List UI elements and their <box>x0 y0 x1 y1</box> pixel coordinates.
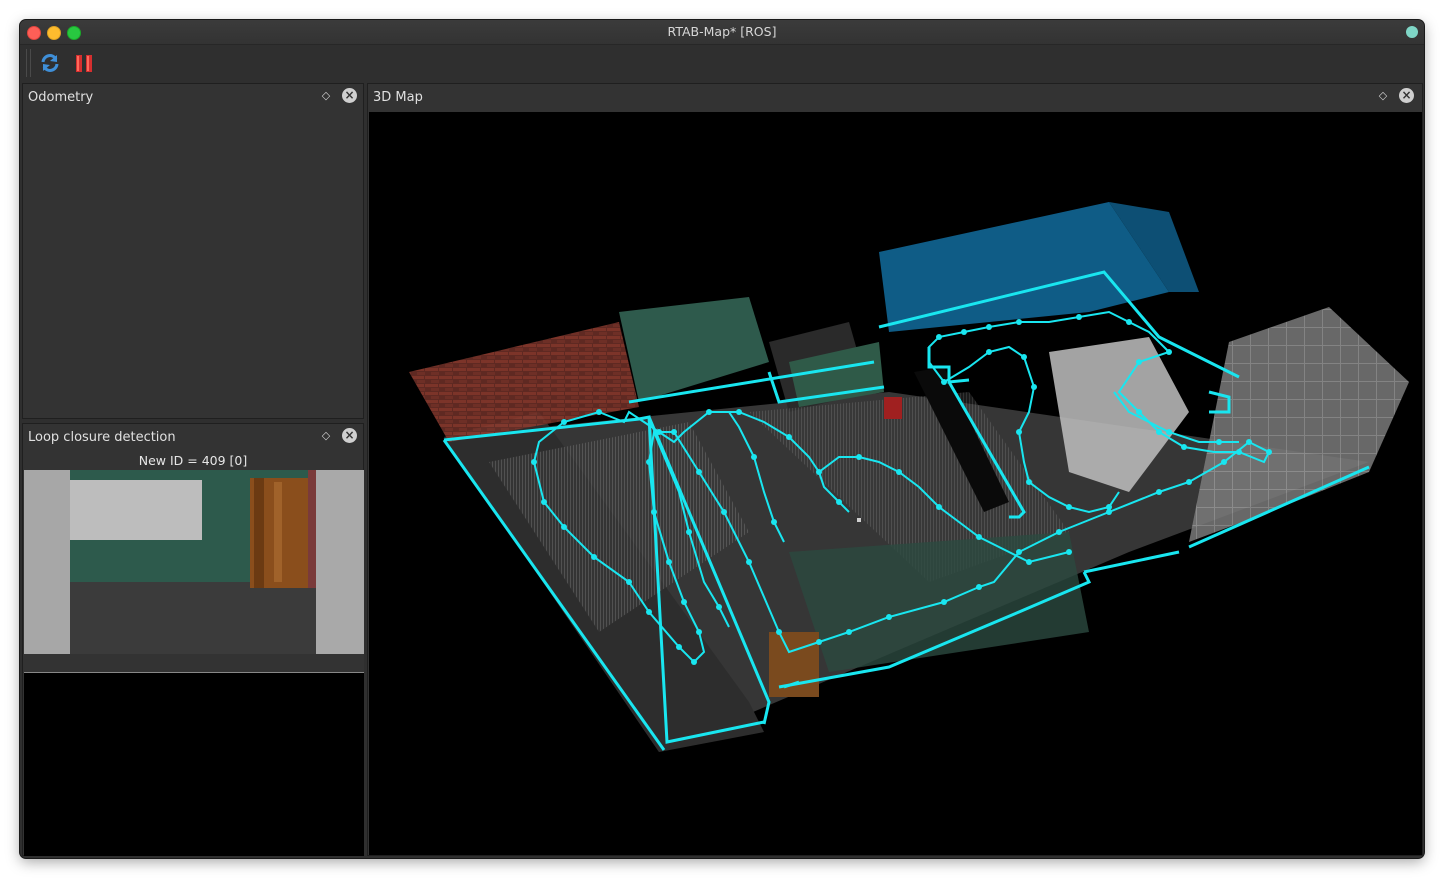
loop-closure-spacer <box>24 654 364 672</box>
loop-closure-camera-image <box>24 470 364 654</box>
odometry-dock-title: Odometry <box>28 90 94 105</box>
toolbar-handle[interactable] <box>26 49 31 77</box>
map3d-dock-titlebar[interactable]: 3D Map ◇ × <box>368 84 1422 110</box>
close-icon[interactable]: × <box>1399 88 1414 103</box>
map3d-dock: 3D Map ◇ × <box>367 83 1423 856</box>
loop-closure-dock-titlebar[interactable]: Loop closure detection ◇ × <box>23 424 363 450</box>
status-dot-icon <box>1406 26 1418 38</box>
loop-closure-match-image <box>24 672 364 856</box>
float-icon[interactable]: ◇ <box>1378 90 1388 101</box>
point-cloud-map <box>409 202 1409 752</box>
odometry-dock: Odometry ◇ × <box>22 83 364 419</box>
loop-closure-dock: Loop closure detection ◇ × New ID = 409 … <box>22 423 364 856</box>
float-icon[interactable]: ◇ <box>321 430 331 441</box>
app-window: RTAB-Map* [ROS] Odometry ◇ × Loop closur… <box>20 20 1424 858</box>
map3d-viewport[interactable] <box>369 112 1422 855</box>
close-icon[interactable]: × <box>342 428 357 443</box>
main-toolbar <box>20 45 1424 82</box>
odometry-dock-titlebar[interactable]: Odometry ◇ × <box>23 84 363 110</box>
pause-icon <box>76 55 92 72</box>
title-bar[interactable]: RTAB-Map* [ROS] <box>20 20 1424 45</box>
close-icon[interactable]: × <box>342 88 357 103</box>
float-icon[interactable]: ◇ <box>321 90 331 101</box>
refresh-icon <box>41 54 59 72</box>
refresh-button[interactable] <box>37 50 63 76</box>
window-title: RTAB-Map* [ROS] <box>667 24 777 39</box>
loop-closure-dock-title: Loop closure detection <box>28 430 176 445</box>
new-id-label: New ID = 409 [0] <box>138 453 248 468</box>
map3d-dock-title: 3D Map <box>373 90 423 105</box>
pause-button[interactable] <box>71 50 97 76</box>
